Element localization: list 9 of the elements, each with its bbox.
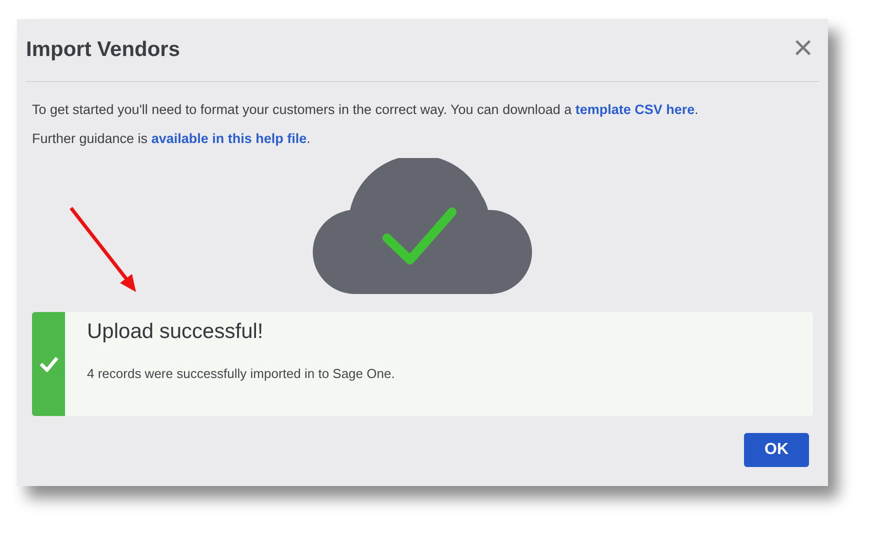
dialog-title: Import Vendors	[26, 38, 180, 62]
alert-title: Upload successful!	[87, 320, 264, 344]
ok-button[interactable]: OK	[744, 433, 809, 467]
alert-message: 4 records were successfully imported in to Sage One.	[87, 366, 395, 381]
instruction-text: To get started you'll need to format your customers in the correct way. You can download a template CSV here.	[32, 101, 700, 119]
instruction-text: Further guidance is available in this help file.	[32, 130, 312, 148]
help-link[interactable]: template CSV here	[575, 102, 695, 117]
help-link[interactable]: available in this help file	[151, 131, 307, 146]
close-button[interactable]: ×	[787, 31, 819, 69]
